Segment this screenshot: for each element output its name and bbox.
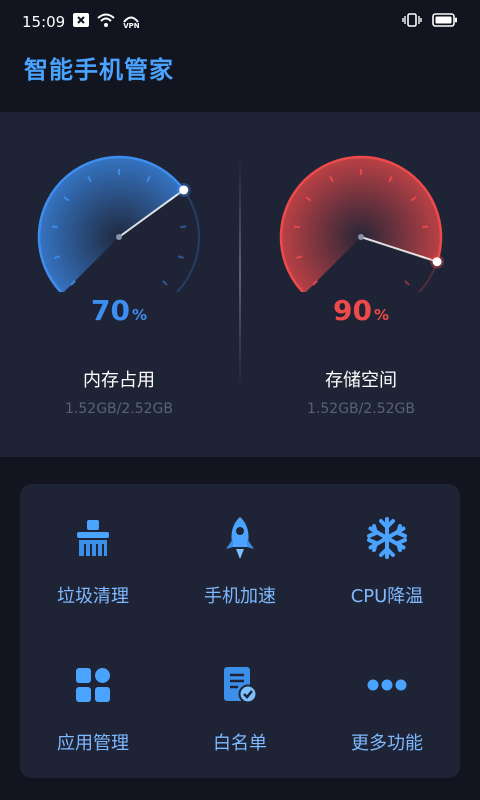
tool-cpu-cool-label: CPU降温 <box>350 586 424 607</box>
storage-label: 存储空间 <box>325 370 397 391</box>
gauge-knob <box>432 257 442 267</box>
memory-gauge[interactable]: 70% 内存占用 1.52GB/2.52GB <box>19 142 219 417</box>
notification-x-icon <box>73 13 90 31</box>
status-time: 15:09 <box>22 13 66 31</box>
memory-detail: 1.52GB/2.52GB <box>65 401 173 417</box>
memory-percent-unit: % <box>131 306 147 324</box>
tool-cpu-cool[interactable]: CPU降温 <box>314 484 460 631</box>
app-title: 智能手机管家 <box>24 56 174 84</box>
vpn-label: VPN <box>123 21 140 30</box>
more-dots-icon <box>366 663 408 707</box>
snowflake-icon <box>365 516 409 560</box>
gauge-divider <box>239 158 241 390</box>
tool-more-label: 更多功能 <box>351 733 423 754</box>
tool-junk-clean-label: 垃圾清理 <box>57 586 129 607</box>
gauge-tick <box>422 225 429 229</box>
tool-more[interactable]: 更多功能 <box>314 631 460 778</box>
storage-detail: 1.52GB/2.52GB <box>307 401 415 417</box>
tool-app-manage[interactable]: 应用管理 <box>20 631 166 778</box>
tool-junk-clean[interactable]: 垃圾清理 <box>20 484 166 631</box>
whitelist-icon <box>222 663 258 707</box>
gauge-tick <box>177 255 184 259</box>
gauge-fill <box>281 157 441 292</box>
gauge-hub <box>358 234 364 240</box>
gauge-fill <box>39 157 184 292</box>
wifi-icon <box>97 13 115 31</box>
storage-gauge-dial <box>279 155 445 292</box>
tools-panel: 垃圾清理 手机加速 CPU降温 应用管理 白名单 更多功能 <box>20 484 460 778</box>
gauge-knob <box>179 185 189 195</box>
memory-percent-value: 70 <box>91 294 130 327</box>
gauge-tick <box>162 280 168 286</box>
app-header: 智能手机管家 <box>0 44 480 112</box>
gauge-tick <box>51 225 58 229</box>
app-grid-icon <box>75 663 111 707</box>
storage-percent-value: 90 <box>333 294 372 327</box>
status-left: 15:09 VPN <box>22 13 140 31</box>
storage-percent: 90% <box>261 294 461 327</box>
gauge-tick <box>404 280 410 286</box>
tool-whitelist[interactable]: 白名单 <box>167 631 313 778</box>
memory-label: 内存占用 <box>83 370 155 391</box>
gauge-hub <box>116 234 122 240</box>
memory-gauge-dial <box>37 155 200 292</box>
vpn-icon: VPN <box>123 15 140 30</box>
tool-phone-boost-label: 手机加速 <box>204 586 276 607</box>
rocket-icon <box>220 516 260 560</box>
gauge-tick <box>180 225 187 229</box>
vibrate-icon <box>402 13 422 31</box>
tool-whitelist-label: 白名单 <box>213 733 267 754</box>
memory-percent: 70% <box>19 294 219 327</box>
battery-icon <box>432 13 458 31</box>
storage-percent-unit: % <box>373 306 389 324</box>
broom-icon <box>73 516 113 560</box>
status-right <box>402 13 458 31</box>
tool-phone-boost[interactable]: 手机加速 <box>167 484 313 631</box>
tool-app-manage-label: 应用管理 <box>57 733 129 754</box>
status-bar: 15:09 VPN <box>0 0 480 44</box>
gauge-tick <box>293 225 300 229</box>
storage-gauge[interactable]: 90% 存储空间 1.52GB/2.52GB <box>261 142 461 417</box>
